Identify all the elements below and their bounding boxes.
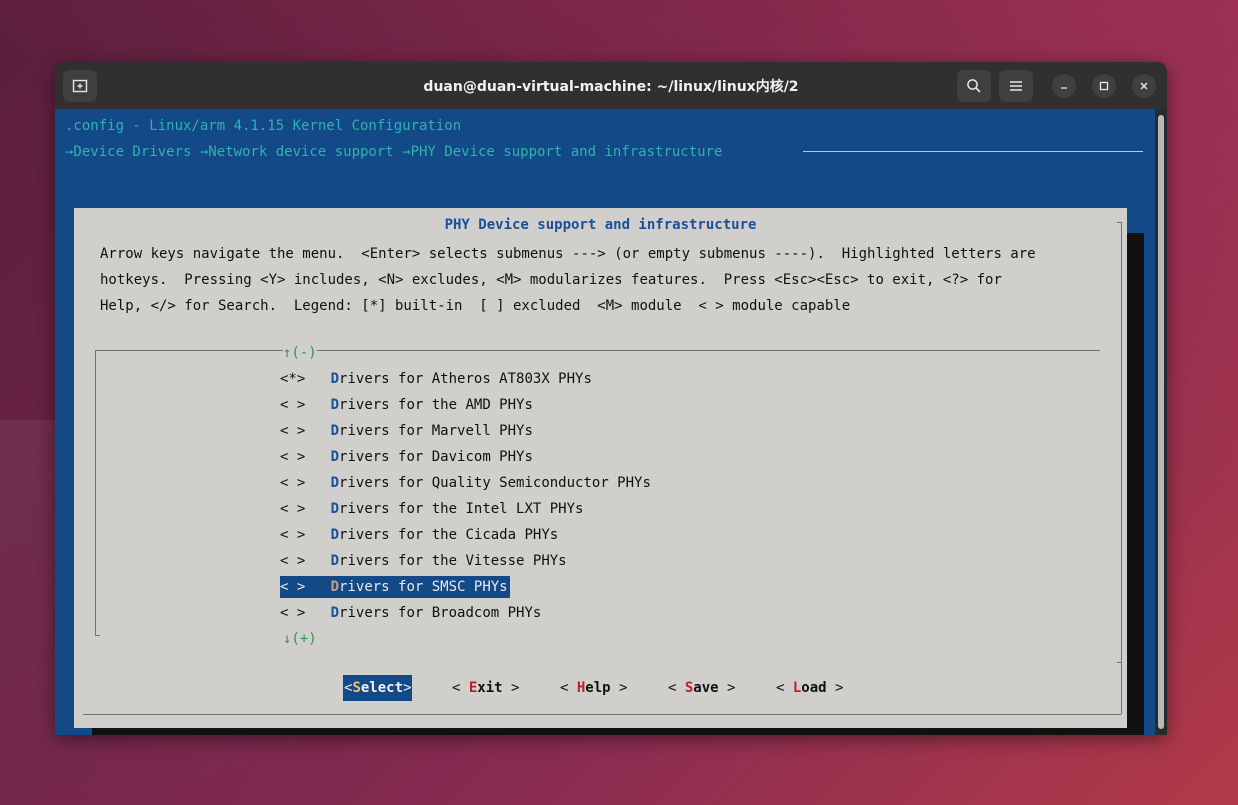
item-state: < > xyxy=(280,397,306,413)
menu-item[interactable]: < > Drivers for Broadcom PHYs xyxy=(280,602,543,624)
menu-item[interactable]: < > Drivers for the Intel LXT PHYs xyxy=(280,498,585,520)
button-label: elp xyxy=(585,680,611,696)
button-bracket: < xyxy=(668,680,685,696)
item-hotkey: D xyxy=(330,397,340,413)
item-state: < > xyxy=(280,475,306,491)
menu-frame-bottom xyxy=(95,635,100,636)
item-label: rivers for the Cicada PHYs xyxy=(339,527,559,543)
item-hotkey: D xyxy=(330,553,340,569)
help-line: Arrow keys navigate the menu. <Enter> se… xyxy=(100,246,1036,262)
close-button[interactable] xyxy=(1132,74,1156,98)
item-state: < > xyxy=(280,553,306,569)
terminal-scrollbar[interactable] xyxy=(1155,109,1167,735)
item-hotkey: D xyxy=(330,605,340,621)
button-label: xit xyxy=(477,680,503,696)
menu-item[interactable]: < > Drivers for Marvell PHYs xyxy=(280,420,535,442)
item-label: rivers for Atheros AT803X PHYs xyxy=(339,371,592,387)
maximize-button[interactable] xyxy=(1092,74,1116,98)
item-label: rivers for the Intel LXT PHYs xyxy=(339,501,584,517)
button-bracket: < xyxy=(776,680,793,696)
button-bracket: < xyxy=(560,680,577,696)
item-hotkey: D xyxy=(330,579,340,595)
scroll-up-indicator: ↑(-) xyxy=(283,345,317,361)
search-button[interactable] xyxy=(957,70,991,102)
menu-button[interactable] xyxy=(999,70,1033,102)
button-bracket: > xyxy=(610,680,628,696)
item-label: rivers for Quality Semiconductor PHYs xyxy=(339,475,651,491)
menu-frame-top xyxy=(95,350,283,351)
item-state: < > xyxy=(280,501,306,517)
title-bar: duan@duan-virtual-machine: ~/linux/linux… xyxy=(55,62,1167,109)
item-label: rivers for SMSC PHYs xyxy=(339,579,508,595)
help-line: Help, </> for Search. Legend: [*] built-… xyxy=(100,298,851,314)
button-bracket: > xyxy=(718,680,736,696)
menuconfig-dialog: PHY Device support and infrastructure Ar… xyxy=(74,208,1127,728)
item-state: < > xyxy=(280,579,306,595)
search-icon xyxy=(967,79,981,93)
help-text: Arrow keys navigate the menu. <Enter> se… xyxy=(100,241,1110,319)
menu-item[interactable]: < > Drivers for Quality Semiconductor PH… xyxy=(280,472,653,494)
minimize-button[interactable] xyxy=(1052,74,1076,98)
terminal-window: duan@duan-virtual-machine: ~/linux/linux… xyxy=(55,62,1167,735)
dialog-separator xyxy=(83,714,1121,715)
menu-frame-left xyxy=(95,350,96,636)
menu-item[interactable]: < > Drivers for the AMD PHYs xyxy=(280,394,535,416)
menu-frame-top xyxy=(317,350,1100,351)
load-button[interactable]: < Load > xyxy=(775,675,844,701)
item-label: rivers for Broadcom PHYs xyxy=(339,605,542,621)
item-hotkey: D xyxy=(330,449,340,465)
item-state: < > xyxy=(280,527,306,543)
menu-item[interactable]: < > Drivers for Davicom PHYs xyxy=(280,446,535,468)
item-hotkey: D xyxy=(330,527,340,543)
breadcrumb: →Device Drivers →Network device support … xyxy=(65,144,723,160)
item-label: rivers for Marvell PHYs xyxy=(339,423,533,439)
item-hotkey: D xyxy=(330,501,340,517)
item-label: rivers for Davicom PHYs xyxy=(339,449,533,465)
item-label: rivers for the Vitesse PHYs xyxy=(339,553,567,569)
menu-item[interactable]: <*> Drivers for Atheros AT803X PHYs xyxy=(280,368,594,390)
item-state: < > xyxy=(280,423,306,439)
maximize-icon xyxy=(1099,81,1109,91)
button-hotkey: S xyxy=(352,680,361,696)
button-label: ave xyxy=(693,680,719,696)
button-bracket: > xyxy=(502,680,520,696)
item-hotkey: D xyxy=(330,371,340,387)
scroll-down-indicator: ↓(+) xyxy=(283,631,317,647)
help-button[interactable]: < Help > xyxy=(559,675,628,701)
breadcrumb-rule xyxy=(803,151,1143,152)
dialog-border-right xyxy=(1121,222,1122,714)
help-line: hotkeys. Pressing <Y> includes, <N> excl… xyxy=(100,272,1002,288)
button-label: oad xyxy=(801,680,827,696)
minimize-icon xyxy=(1061,87,1067,89)
item-state: < > xyxy=(280,605,306,621)
button-label: elect xyxy=(360,680,404,696)
item-label: rivers for the AMD PHYs xyxy=(339,397,533,413)
close-icon xyxy=(1140,82,1148,90)
dialog-title: PHY Device support and infrastructure xyxy=(444,217,757,233)
menu-item[interactable]: < > Drivers for the Vitesse PHYs xyxy=(280,550,569,572)
item-state: <*> xyxy=(280,371,306,387)
terminal-area[interactable]: .config - Linux/arm 4.1.15 Kernel Config… xyxy=(55,109,1167,735)
menu-item[interactable]: < > Drivers for the Cicada PHYs xyxy=(280,524,560,546)
button-bracket: > xyxy=(826,680,844,696)
save-button[interactable]: < Save > xyxy=(667,675,736,701)
hamburger-menu-icon xyxy=(1010,81,1022,91)
menu-item-selected[interactable]: < > Drivers for SMSC PHYs xyxy=(280,576,510,598)
exit-button[interactable]: < Exit > xyxy=(451,675,520,701)
item-hotkey: D xyxy=(330,475,340,491)
scrollbar-thumb[interactable] xyxy=(1158,115,1164,729)
button-bracket: < xyxy=(452,680,469,696)
dialog-border-tick xyxy=(1117,662,1121,663)
button-bracket: > xyxy=(403,680,412,696)
item-hotkey: D xyxy=(330,423,340,439)
config-header: .config - Linux/arm 4.1.15 Kernel Config… xyxy=(65,118,462,134)
item-state: < > xyxy=(280,449,306,465)
select-button[interactable]: <Select> xyxy=(343,675,413,701)
